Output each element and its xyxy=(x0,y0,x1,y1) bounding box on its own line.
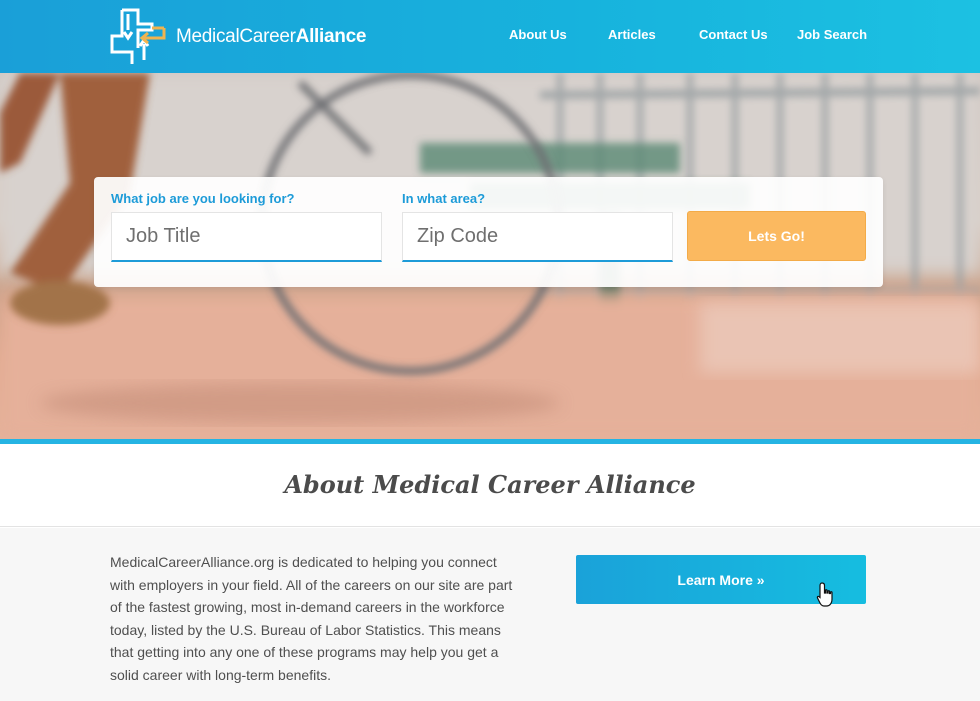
about-line: with employers in your field. All of the… xyxy=(110,576,513,593)
about-line: MedicalCareerAlliance.org is dedicated t… xyxy=(110,554,497,570)
job-search-panel: What job are you looking for? In what ar… xyxy=(94,177,883,287)
about-line: of the fastest growing, most in-demand c… xyxy=(110,599,505,615)
about-line: solid career with long-term benefits. xyxy=(110,666,331,683)
lets-go-button[interactable]: Lets Go! xyxy=(687,211,866,261)
nav-item-contact-us[interactable]: Contact Us xyxy=(699,27,768,42)
about-line: that getting into any one of these progr… xyxy=(110,644,499,660)
job-title-input[interactable] xyxy=(111,212,382,262)
site-header: MedicalCareerAlliance About Us Articles … xyxy=(0,0,980,73)
job-title-label: What job are you looking for? xyxy=(111,191,295,206)
nav-item-job-search[interactable]: Job Search xyxy=(797,27,867,42)
zip-code-input[interactable] xyxy=(402,212,673,262)
main-nav: About Us Articles Contact Us Job Search xyxy=(0,27,980,47)
about-heading: About Medical Career Alliance xyxy=(284,470,696,499)
about-paragraph: MedicalCareerAlliance.org is dedicated t… xyxy=(110,551,542,686)
nav-item-about-us[interactable]: About Us xyxy=(509,27,567,42)
about-line: today, listed by the U.S. Bureau of Labo… xyxy=(110,621,501,638)
nav-item-articles[interactable]: Articles xyxy=(608,27,656,42)
zip-code-label: In what area? xyxy=(402,191,486,206)
hand-pointer-icon xyxy=(816,582,833,607)
